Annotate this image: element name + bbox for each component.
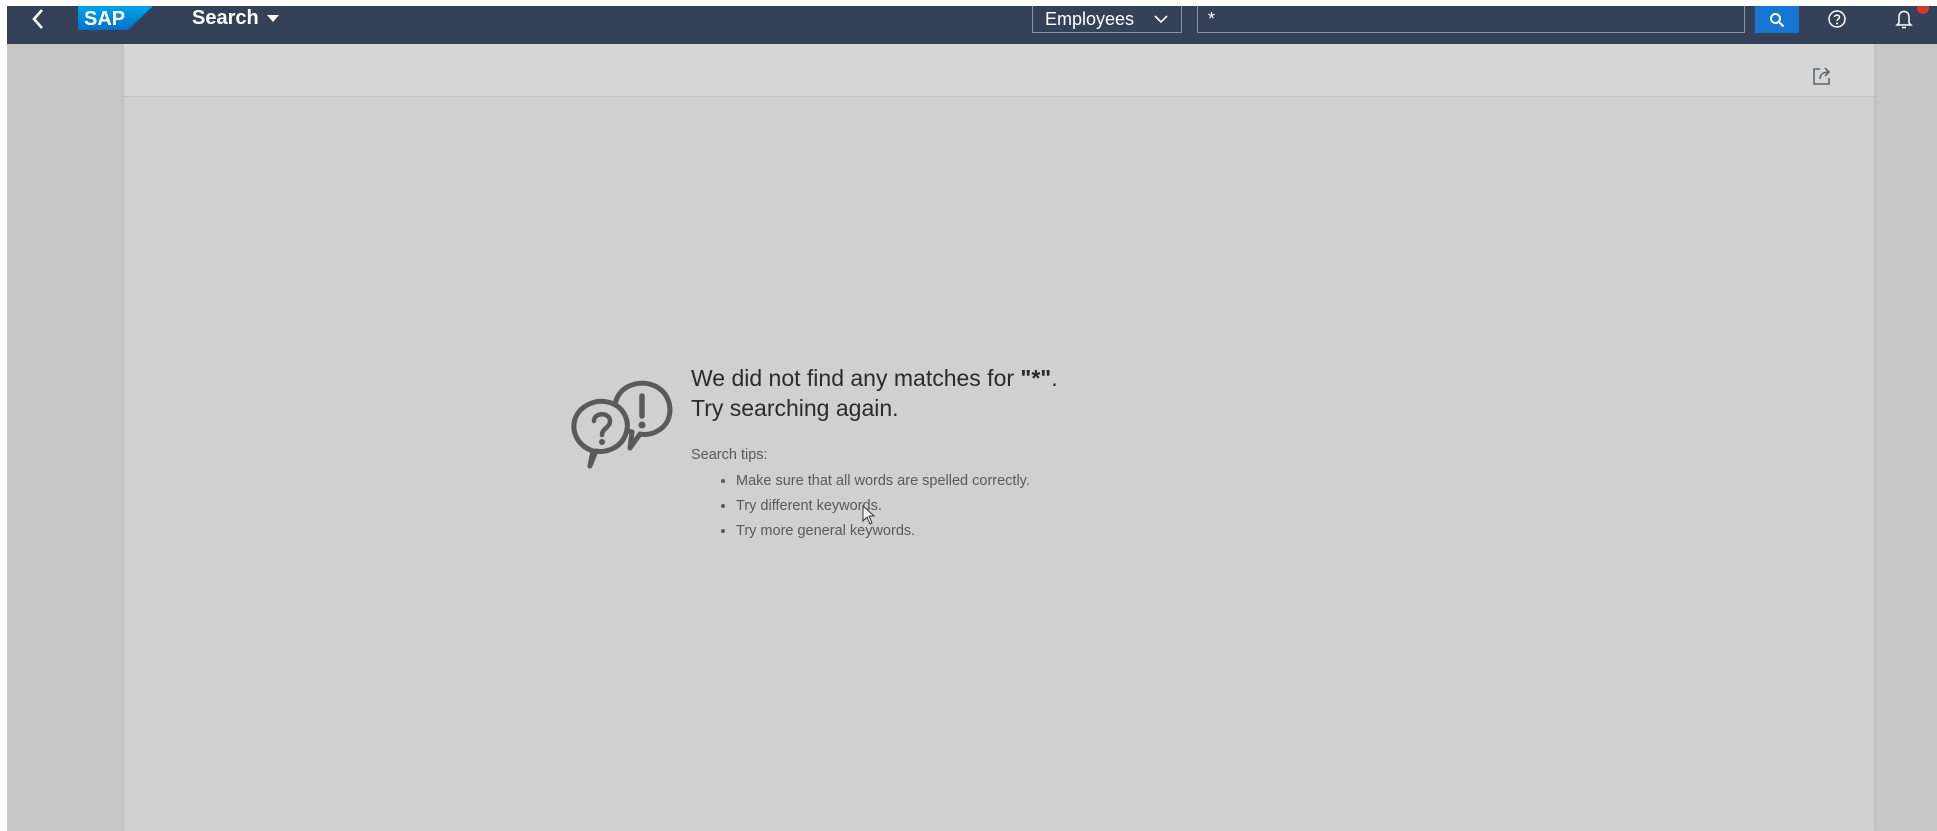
- sap-logo-text: SAP: [84, 8, 125, 30]
- app-title: Search: [192, 6, 259, 29]
- app-title-menu[interactable]: Search: [192, 6, 279, 30]
- no-results-query: "*": [1020, 365, 1052, 391]
- no-results-retry-text: Try searching again.: [691, 395, 899, 421]
- no-results-title: We did not find any matches for "*". Try…: [691, 363, 1058, 423]
- search-button[interactable]: [1755, 6, 1799, 33]
- share-button[interactable]: [1808, 62, 1836, 90]
- share-icon: [1813, 67, 1831, 85]
- search-results-page: We did not find any matches for "*". Try…: [124, 44, 1874, 831]
- help-button[interactable]: [1820, 6, 1854, 32]
- search-tip-item: Make sure that all words are spelled cor…: [736, 469, 1058, 494]
- chevron-down-icon: [1154, 15, 1168, 24]
- app-screen: SAP Search Employees * We did not find a…: [7, 6, 1937, 831]
- shell-bar: SAP Search Employees: [7, 6, 1937, 44]
- sap-logo[interactable]: SAP: [78, 6, 153, 30]
- results-toolbar: [124, 44, 1874, 97]
- question-exclamation-bubbles-icon: [571, 380, 673, 469]
- search-tips-label: Search tips:: [691, 447, 768, 463]
- notification-badge: [1917, 6, 1929, 14]
- search-scope-select[interactable]: Employees: [1032, 6, 1182, 33]
- back-button[interactable]: [23, 6, 53, 32]
- help-icon: [1828, 10, 1846, 28]
- notifications-button[interactable]: [1887, 6, 1921, 32]
- mouse-pointer-icon: [862, 505, 876, 525]
- search-icon: [1770, 12, 1785, 27]
- back-icon: [32, 9, 43, 29]
- search-tip-item: Try more general keywords.: [736, 519, 1058, 544]
- bell-icon: [1895, 10, 1913, 29]
- search-input[interactable]: [1197, 6, 1745, 33]
- search-tip-item: Try different keywords.: [736, 494, 1058, 519]
- caret-down-icon: [266, 14, 279, 22]
- no-results-title-suffix: .: [1051, 365, 1058, 391]
- no-results-title-prefix: We did not find any matches for: [691, 365, 1021, 391]
- search-scope-value: Employees: [1045, 8, 1135, 29]
